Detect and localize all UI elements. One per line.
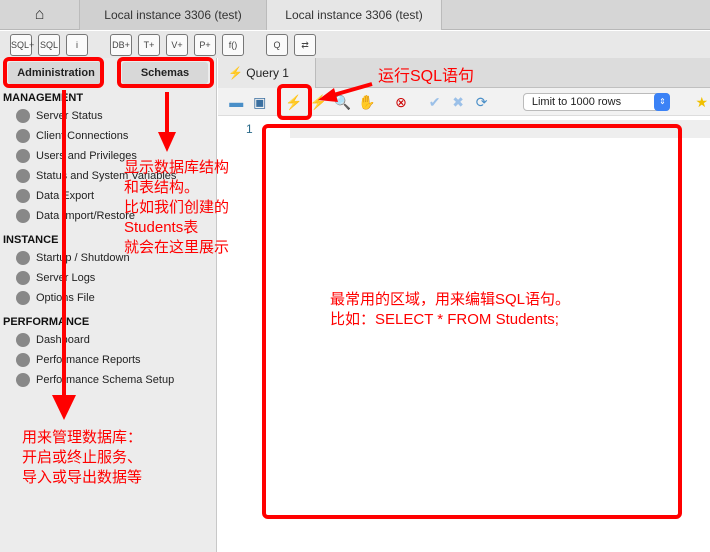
annotation-run-sql: 运行SQL语句 (378, 68, 475, 85)
annotation-admin: 用来管理数据库： 开启或终止服务、 导入或导出数据等 (22, 429, 143, 486)
annotation-editor: 最常用的区域，用来编辑SQL语句。 比如：SELECT * FROM Stude… (330, 291, 571, 328)
arrow-run (329, 82, 373, 98)
annotation-schemas: 显示数据库结构 和表结构。 比如我们创建的 Students表 就会在这里展示 (124, 159, 230, 256)
